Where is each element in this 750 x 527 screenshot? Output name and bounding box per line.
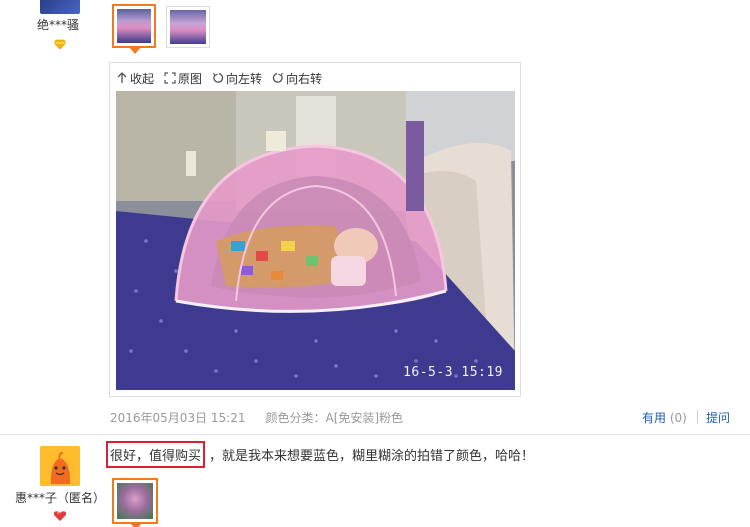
useful-button[interactable]: 有用 (0) [642,409,687,426]
expand-icon [164,72,176,84]
rotate-right-icon [272,72,284,83]
viewer-toolbar: 收起 原图 向左转 向右转 [116,69,322,87]
highlighted-comment: 很好，值得购买 [106,441,206,468]
avatar[interactable] [40,0,80,14]
review-image-thumb-1[interactable] [112,4,156,54]
review-divider [0,434,750,435]
username: 绝***骚 [36,18,79,32]
review-comment: 很好，值得购买 ，就是我本来想要蓝色，糊里糊涂的拍错了颜色，哈哈！ [106,441,534,468]
review-meta: 2016年05月03日 15:21 颜色分类：A[免安装]粉色 [110,409,403,426]
review-photo[interactable]: 16-5-3 15:19 [116,91,515,390]
avatar[interactable] [40,446,80,486]
rotate-right-button[interactable]: 向右转 [272,69,322,87]
baby-tent-photo [116,91,515,390]
useful-label: 有用 [642,411,667,425]
selected-indicator-icon [130,523,142,527]
username: 惠***子（匿名） [14,491,105,505]
divider [697,410,698,423]
reply-button[interactable]: 提问 [706,409,730,426]
product-variant: 颜色分类：A[免安装]粉色 [265,411,404,425]
collapse-label: 收起 [130,71,155,86]
comment-text: ，就是我本来想要蓝色，糊里糊涂的拍错了颜色，哈哈！ [209,449,535,464]
review-date: 2016年05月03日 15:21 [110,411,246,425]
rotate-right-label: 向右转 [286,71,323,86]
review-1: 绝***骚 收起 原图 向左转 向右转 16-5-3 15:19 2016年05… [0,0,750,432]
photo-timestamp: 16-5-3 15:19 [403,365,503,380]
default-avatar-icon [40,446,80,486]
diamond-icon [54,39,66,49]
review-image-thumb-2[interactable] [166,6,210,48]
arrow-up-icon [117,72,127,83]
rotate-left-icon [213,72,224,83]
selected-indicator-icon [129,47,141,54]
collapse-button[interactable]: 收起 [116,69,154,87]
image-viewer: 收起 原图 向左转 向右转 16-5-3 15:19 [109,62,521,397]
original-image-button[interactable]: 原图 [164,69,202,87]
review-image-thumb-1[interactable] [112,478,158,527]
heart-icon [53,511,67,521]
useful-count: (0) [669,411,687,425]
rotate-left-label: 向左转 [226,71,263,86]
original-label: 原图 [178,71,203,86]
rotate-left-button[interactable]: 向左转 [212,69,262,87]
